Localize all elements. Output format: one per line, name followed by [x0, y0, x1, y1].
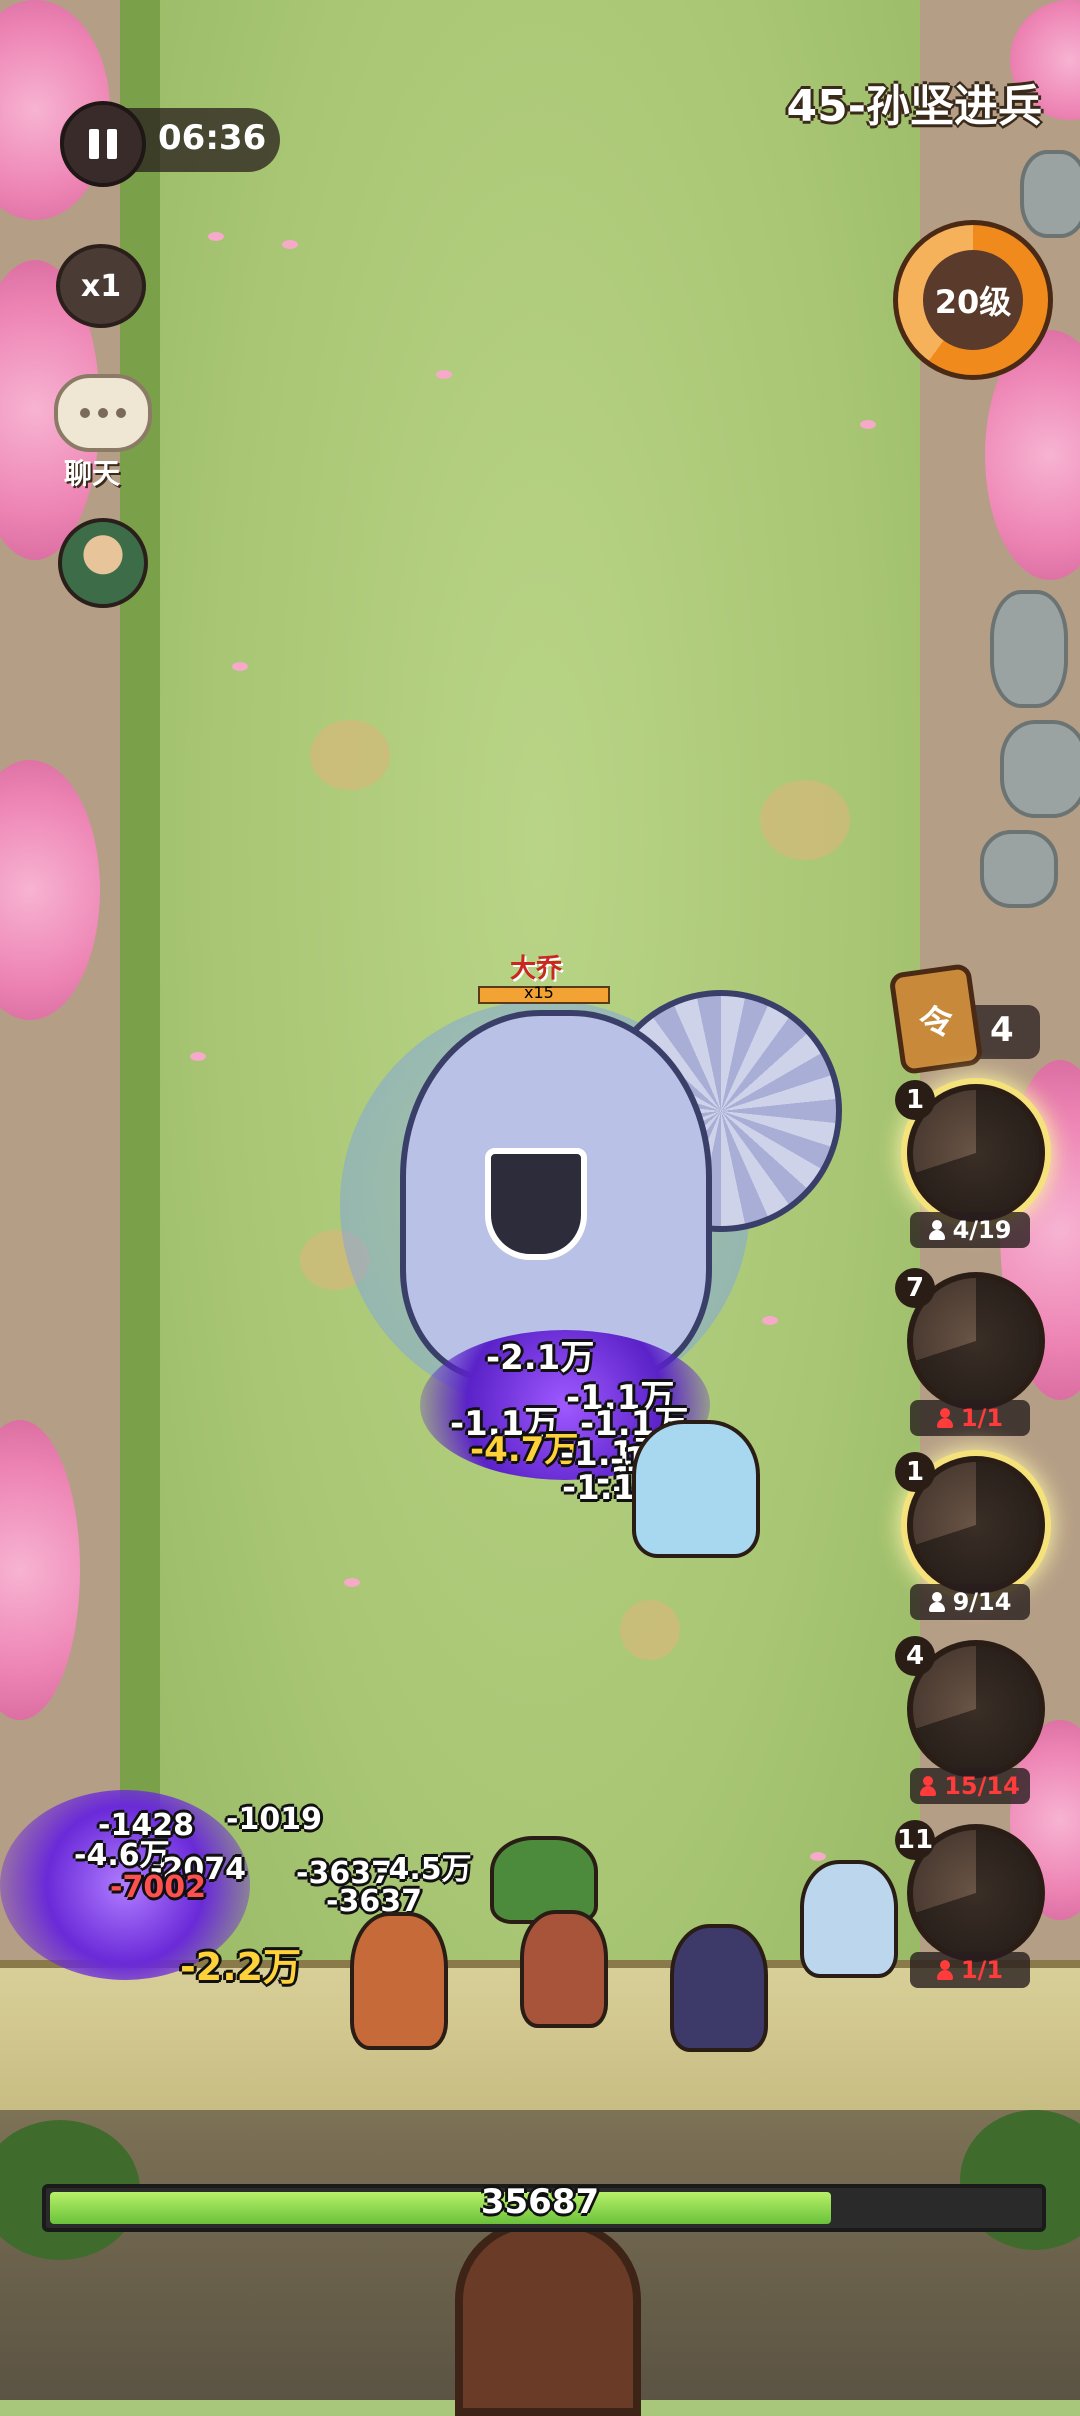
unit-count-text: 4/19: [952, 1216, 1012, 1244]
frozen-enemy: [800, 1860, 898, 1978]
unit-count: 1/1: [910, 1400, 1030, 1436]
damage-number: -1019: [226, 1802, 322, 1837]
command-token-count: 4: [990, 1010, 1014, 1050]
hero-heroine[interactable]: [520, 1910, 608, 2028]
chat-button[interactable]: [54, 374, 152, 452]
dirt-patch: [620, 1600, 680, 1660]
unit-level: 1: [895, 1080, 935, 1120]
damage-number: -4.5万: [376, 1852, 472, 1887]
unit-count-text: 15/14: [944, 1772, 1020, 1800]
petal: [762, 1316, 778, 1325]
wall-hp-value: 35687: [480, 2182, 600, 2222]
player-level-ring[interactable]: 20级: [893, 220, 1053, 380]
petal: [436, 370, 452, 379]
chat-label: 聊天: [64, 457, 121, 490]
command-token-icon[interactable]: 令: [888, 962, 984, 1076]
battle-timer: 06:36: [158, 118, 267, 158]
pause-button[interactable]: [60, 101, 146, 187]
unit-count-text: 1/1: [960, 1404, 1004, 1432]
hero-avatar[interactable]: [58, 518, 148, 608]
unit-count: 9/14: [910, 1584, 1030, 1620]
frozen-enemy: [632, 1420, 760, 1558]
chat-icon: [98, 408, 108, 418]
stage-title: 45-孙坚进兵: [786, 81, 1043, 132]
petal: [282, 240, 298, 249]
unit-level: 11: [895, 1820, 935, 1860]
person-icon: [936, 1408, 953, 1428]
dirt-patch: [760, 780, 850, 860]
petal: [232, 662, 248, 671]
city-gate: [455, 2220, 641, 2416]
unit-count: 1/1: [910, 1952, 1030, 1988]
boss-health-multiplier: x15: [524, 983, 554, 1002]
dirt-patch: [310, 720, 390, 790]
damage-number: -7002: [110, 1870, 206, 1905]
rock: [1020, 150, 1080, 238]
pause-icon: [107, 129, 117, 159]
person-icon: [936, 1960, 953, 1980]
unit-level: 1: [895, 1452, 935, 1492]
chat-icon: [80, 408, 90, 418]
petal: [344, 1578, 360, 1587]
unit-count: 15/14: [910, 1768, 1030, 1804]
shield-icon: [485, 1148, 587, 1260]
unit-count-text: 9/14: [952, 1588, 1012, 1616]
hero-strategist[interactable]: [670, 1924, 768, 2052]
person-icon: [928, 1220, 945, 1240]
player-level: 20级: [923, 250, 1023, 350]
speed-button[interactable]: x1: [56, 244, 146, 328]
pause-icon: [89, 129, 99, 159]
petal: [810, 1852, 826, 1861]
unit-count: 4/19: [910, 1212, 1030, 1248]
rock: [980, 830, 1058, 908]
damage-number: -2.2万: [180, 1945, 302, 1989]
person-icon: [928, 1592, 945, 1612]
hero-warrior[interactable]: [350, 1912, 448, 2050]
rock: [1000, 720, 1080, 818]
rock: [990, 590, 1068, 708]
petal: [190, 1052, 206, 1061]
petal: [208, 232, 224, 241]
unit-level: 7: [895, 1268, 935, 1308]
petal: [860, 420, 876, 429]
chat-icon: [116, 408, 126, 418]
unit-level: 4: [895, 1636, 935, 1676]
unit-count-text: 1/1: [960, 1956, 1004, 1984]
person-icon: [920, 1776, 937, 1796]
boss-name: 大乔: [510, 954, 563, 984]
